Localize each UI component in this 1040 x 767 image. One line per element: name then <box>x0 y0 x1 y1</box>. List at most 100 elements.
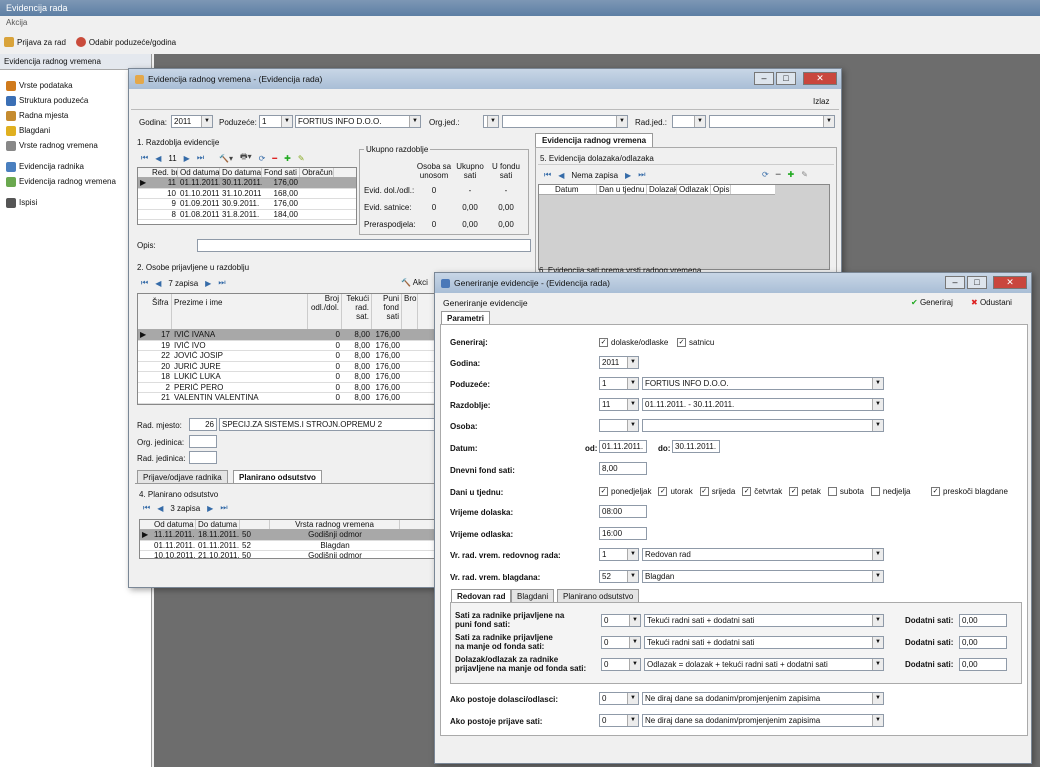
dodatni-sati-input[interactable]: 0,00 <box>959 636 1007 649</box>
next-icon[interactable]: ▶ <box>625 171 631 180</box>
opis-input[interactable] <box>197 239 531 252</box>
add-icon[interactable]: ✚ <box>788 170 795 179</box>
next-icon[interactable]: ▶ <box>184 154 190 163</box>
column-header[interactable]: Tekući rad. sat. <box>342 294 372 329</box>
last-icon[interactable]: ⏭ <box>638 170 645 180</box>
radjed-select[interactable]: ▼ <box>672 115 706 128</box>
table-row[interactable]: 01.11.2011. 01.11.2011. 52 Blagdan <box>140 541 436 551</box>
maximize-button[interactable]: □ <box>776 72 796 85</box>
last-icon[interactable]: ⏭ <box>218 278 225 288</box>
table-row[interactable]: 8 01.08.2011. 31.8.2011. 184,00 <box>138 210 356 220</box>
blagdane-checkbox[interactable]: ✓ preskoči blagdane <box>931 487 1008 497</box>
vrijeme-odlaska-input[interactable]: 16:00 <box>599 527 647 540</box>
odabir-button[interactable]: Odabir poduzeće/godina <box>75 37 176 47</box>
column-header[interactable]: Opis <box>711 185 731 194</box>
izlaz-button[interactable]: Izlaz <box>813 97 829 106</box>
prijava-button[interactable]: Prijava za rad <box>4 37 66 47</box>
column-header[interactable]: Datum <box>553 185 597 194</box>
prev-icon[interactable]: ◀ <box>155 279 161 288</box>
table-row[interactable]: 19 IVIĆ IVO 0 8,00 176,00 <box>138 341 436 351</box>
osoba-select[interactable]: ▼ <box>599 419 639 432</box>
column-header[interactable]: Dolazak <box>647 185 677 194</box>
table-row[interactable]: 2 PERIĆ PERO 0 8,00 176,00 <box>138 383 436 393</box>
column-header[interactable]: Od datuma <box>152 520 196 529</box>
prev-icon[interactable]: ◀ <box>558 171 564 180</box>
vrrr-select[interactable]: 1 ▼ <box>599 548 639 561</box>
next-icon[interactable]: ▶ <box>205 279 211 288</box>
next-icon[interactable]: ▶ <box>207 504 213 513</box>
table-row[interactable]: ▶ 11.11.2011. 18.11.2011. 50 Godišnji odmor <box>140 530 436 541</box>
vrrr-name-select[interactable]: Redovan rad ▼ <box>642 548 884 561</box>
rule-value-select[interactable]: 0 ▼ <box>601 658 641 671</box>
column-header[interactable]: Od datuma <box>178 168 220 177</box>
od-datum-input[interactable]: 01.11.2011. <box>599 440 647 453</box>
column-header[interactable]: Dan u tjednu <box>597 185 647 194</box>
rad-mjesto-id[interactable]: 26 <box>189 418 217 431</box>
minimize-button[interactable]: – <box>754 72 774 85</box>
godina-select[interactable]: 2011 ▼ <box>171 115 213 128</box>
rad-mjesto-name[interactable]: SPECIJ.ZA SISTEMS.I STROJN.OPREMU 2 <box>219 418 437 431</box>
delete-icon[interactable]: ━ <box>776 170 781 179</box>
razdoblje-name-select[interactable]: 01.11.2011. - 30.11.2011. ▼ <box>642 398 884 411</box>
table-row[interactable]: 22 JOVIĆ JOSIP 0 8,00 176,00 <box>138 351 436 362</box>
column-header[interactable]: Odlazak <box>677 185 711 194</box>
first-icon[interactable]: ⏮ <box>143 503 150 513</box>
last-icon[interactable]: ⏭ <box>220 503 227 513</box>
table-row[interactable]: 18 LUKIĆ LUKA 0 8,00 176,00 <box>138 372 436 383</box>
column-header[interactable]: Obračun <box>300 168 334 177</box>
add-icon[interactable]: ✚ <box>284 154 291 163</box>
dodatni-sati-input[interactable]: 0,00 <box>959 658 1007 671</box>
tab-planirano[interactable]: Planirano odsutstvo <box>233 470 322 484</box>
tab-evidencija[interactable]: Evidencija radnog vremena <box>535 133 654 147</box>
table-row[interactable]: 21 VALENTIN VALENTINA 0 8,00 176,00 <box>138 393 436 404</box>
close-button[interactable]: ✕ <box>993 276 1027 289</box>
rule-option-select[interactable]: Tekući radni sati + dodatni sati ▼ <box>644 636 884 649</box>
prev-icon[interactable]: ◀ <box>155 154 161 163</box>
aps-option-select[interactable]: Ne diraj dane sa dodanim/promjenjenim za… <box>642 714 884 727</box>
day-checkbox[interactable]: nedjelja <box>870 487 911 497</box>
tab-blagdani[interactable]: Blagdani <box>511 589 555 603</box>
rule-option-select[interactable]: Tekući radni sati + dodatni sati ▼ <box>644 614 884 627</box>
edit-icon[interactable]: ✎ <box>801 170 808 179</box>
satnicu-checkbox[interactable]: ✓ satnicu <box>677 338 714 348</box>
tab-parametri[interactable]: Parametri <box>441 311 490 325</box>
column-header[interactable] <box>240 520 270 529</box>
first-icon[interactable]: ⏮ <box>141 153 148 163</box>
column-header[interactable]: Vrsta radnog vremena <box>270 520 400 529</box>
table-row[interactable]: ▶ 17 IVIĆ IVANA 0 8,00 176,00 <box>138 330 436 341</box>
refresh-icon[interactable]: ⟳ <box>762 170 769 179</box>
column-header[interactable]: Bro <box>402 294 418 329</box>
rule-option-select[interactable]: Odlazak = dolazak + tekući radni sati + … <box>644 658 884 671</box>
table-row[interactable]: 10.10.2011. 21.10.2011. 50 Godišnji odmor <box>140 551 436 558</box>
poduzece-select[interactable]: 1 ▼ <box>599 377 639 390</box>
day-checkbox[interactable]: subota <box>827 487 864 497</box>
tab-prijave[interactable]: Prijave/odjave radnika <box>137 470 228 484</box>
poduzece-name-select[interactable]: FORTIUS INFO D.O.O. ▼ <box>642 377 884 390</box>
day-checkbox[interactable]: ✓ utorak <box>658 487 693 497</box>
column-header[interactable]: Red. br. <box>150 168 178 177</box>
column-header[interactable]: Fond sati <box>262 168 300 177</box>
tab-planirano-odsutstvo[interactable]: Planirano odsutstvo <box>557 589 640 603</box>
table-row[interactable]: 20 JURIĆ JURE 0 8,00 176,00 <box>138 362 436 372</box>
apd-option-select[interactable]: Ne diraj dane sa dodanim/promjenjenim za… <box>642 692 884 705</box>
orgjed-name-select[interactable]: ▼ <box>502 115 628 128</box>
fond-input[interactable]: 8,00 <box>599 462 647 475</box>
rule-value-select[interactable]: 0 ▼ <box>601 614 641 627</box>
osoba-name-select[interactable]: ▼ <box>642 419 884 432</box>
godina-select[interactable]: 2011 ▼ <box>599 356 639 369</box>
table-row[interactable]: ▶ 11 01.11.2011. 30.11.2011. 176,00 <box>138 178 356 189</box>
tools-icon[interactable]: 🔨▾ <box>219 154 233 163</box>
odustani-button[interactable]: ✖ Odustani <box>971 298 1012 307</box>
vrb-select[interactable]: 52 ▼ <box>599 570 639 583</box>
rad-jedinica-id[interactable] <box>189 451 217 464</box>
poduzece-select[interactable]: 1 ▼ <box>259 115 293 128</box>
close-button[interactable]: ✕ <box>803 72 837 85</box>
radjed-name-select[interactable]: ▼ <box>709 115 835 128</box>
vrb-name-select[interactable]: Blagdan ▼ <box>642 570 884 583</box>
first-icon[interactable]: ⏮ <box>141 278 148 288</box>
first-icon[interactable]: ⏮ <box>544 170 551 180</box>
poduzece-name-select[interactable]: FORTIUS INFO D.O.O. ▼ <box>295 115 421 128</box>
org-jedinica-id[interactable] <box>189 435 217 448</box>
column-header[interactable]: Broj odl./dol. <box>308 294 342 329</box>
table-row[interactable]: 9 01.09.2011. 30.9.2011. 176,00 <box>138 199 356 210</box>
